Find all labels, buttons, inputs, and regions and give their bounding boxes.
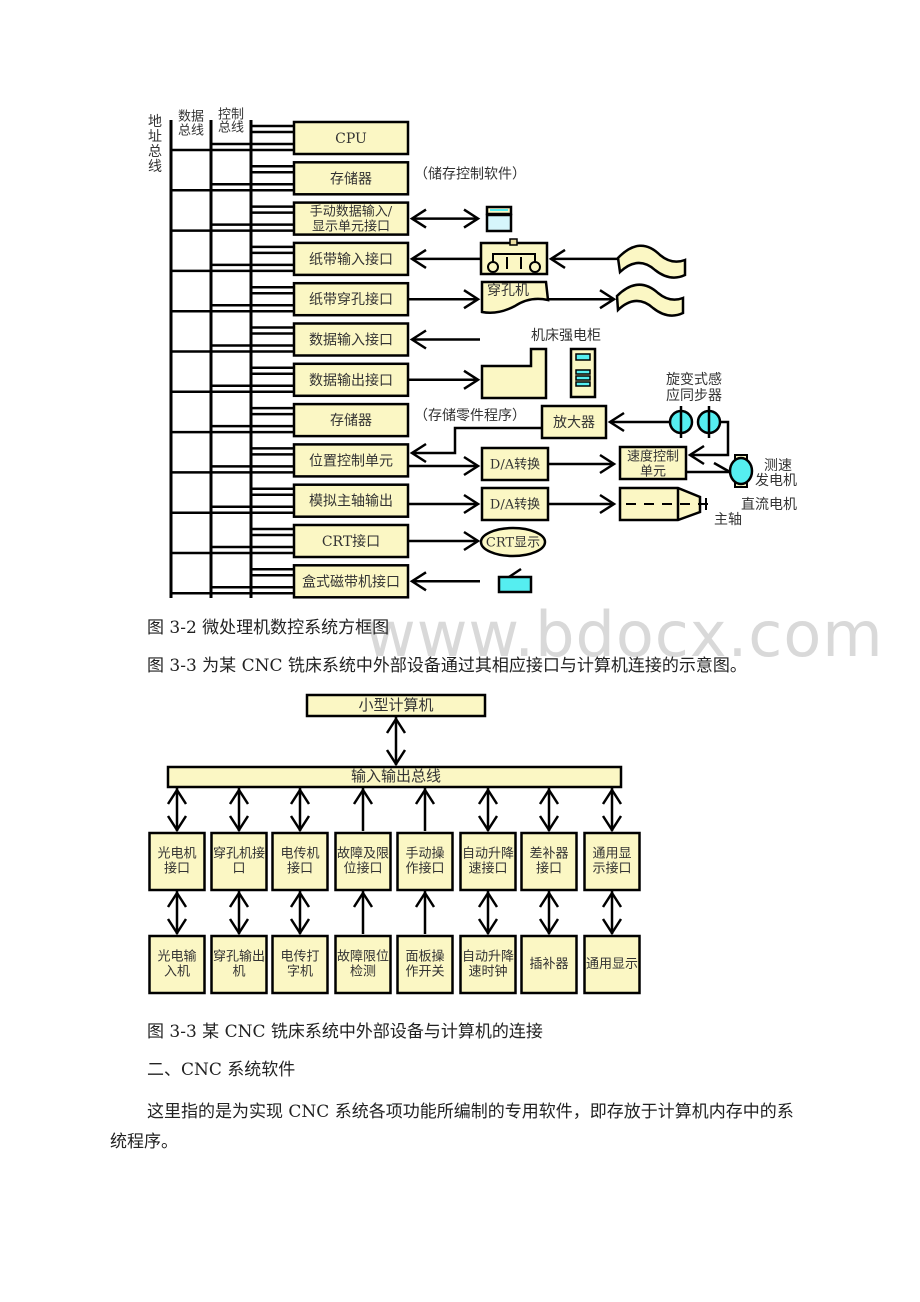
interface-block-label: 纸带输入接口 bbox=[309, 251, 393, 268]
terminal-screen-icon bbox=[485, 213, 513, 233]
body-paragraph: 这里指的是为实现 CNC 系统各项功能所编制的专用软件，即存放于计算机内存中的系… bbox=[110, 1102, 794, 1152]
panel-indicator bbox=[575, 375, 591, 381]
cassette-tape-icon bbox=[497, 575, 533, 594]
paper-tape-icon bbox=[615, 283, 685, 317]
speed-control-label: 速度控制 bbox=[627, 449, 679, 465]
amplifier-label: 放大器 bbox=[553, 415, 595, 431]
panel-indicator bbox=[575, 369, 591, 375]
spindle-label: 主轴 bbox=[714, 512, 742, 528]
da-converter-label: D/A转换 bbox=[490, 498, 540, 513]
device-label: 自动升降 bbox=[462, 950, 514, 965]
address-bus-label: 总 bbox=[148, 144, 162, 160]
interface-block-label: 数据输出接口 bbox=[309, 372, 393, 389]
interface-label: 接口 bbox=[536, 861, 562, 877]
panel-indicator bbox=[575, 353, 591, 361]
control-bus-label: 总线 bbox=[218, 121, 244, 136]
device-label: 通用显示 bbox=[586, 957, 638, 972]
address-bus-label: 地 bbox=[148, 114, 162, 130]
da-converter-label: D/A转换 bbox=[490, 458, 540, 473]
resolver-label: 应同步器 bbox=[666, 387, 722, 404]
interface-block-label: CRT接口 bbox=[322, 533, 380, 550]
interface-label: 接口 bbox=[287, 861, 313, 877]
interface-label: 光电机 bbox=[157, 847, 196, 862]
tape-reel-icon bbox=[529, 261, 541, 273]
interface-label: 通用显 bbox=[592, 847, 631, 862]
interface-label: 口 bbox=[232, 862, 245, 877]
panel-indicator bbox=[575, 381, 591, 387]
interface-label: 速接口 bbox=[468, 861, 507, 877]
tacho-generator-icon bbox=[728, 456, 754, 486]
interface-block-label: 位置控制单元 bbox=[309, 453, 393, 469]
interface-label: 差补器 bbox=[529, 847, 568, 862]
io-bus-label: 输入输出总线 bbox=[351, 767, 441, 785]
document-page: 地址总线数据 总线 控制 总线 CPU 存储器 （储存控制软件） 手动数据输入/显示单元接口纸… bbox=[0, 0, 920, 1302]
device-label: 检测 bbox=[350, 965, 376, 980]
device-label: 电传打 bbox=[280, 950, 319, 965]
interface-block-label: CPU bbox=[335, 131, 367, 147]
paper-tape-icon bbox=[616, 244, 687, 279]
interface-label: 自动升降 bbox=[462, 847, 514, 862]
dc-motor-label: 直流电机 bbox=[741, 496, 797, 513]
device-label: 穿孔输出 bbox=[213, 949, 265, 965]
interface-label: 故障及限 bbox=[337, 847, 389, 862]
interface-block-label: 盒式磁带机接口 bbox=[302, 573, 400, 590]
tape-reader-knob bbox=[509, 238, 518, 246]
data-bus-label: 总线 bbox=[178, 124, 204, 139]
punch-machine-label: 穿孔机 bbox=[487, 283, 529, 299]
interface-block-label: 存储器 bbox=[330, 171, 372, 187]
interface-label: 作接口 bbox=[405, 861, 444, 877]
intro-paragraph: 图 3-3 为某 CNC 铣床系统中外部设备通过其相应接口与计算机连接的示意图。 bbox=[147, 656, 747, 676]
device-label: 插补器 bbox=[529, 957, 568, 972]
interface-block-label: 纸带穿孔接口 bbox=[309, 291, 393, 308]
interface-block-label: 存储器 bbox=[330, 413, 372, 429]
interface-block-label: 数据输入接口 bbox=[309, 332, 393, 349]
interface-label: 穿孔机接 bbox=[213, 846, 265, 862]
device-label: 字机 bbox=[287, 965, 313, 980]
device-label: 作开关 bbox=[405, 965, 444, 980]
section-heading: 二、CNC 系统软件 bbox=[147, 1060, 296, 1080]
interface-label: 接口 bbox=[164, 861, 190, 877]
figure-3-3-connection-diagram: 小型计算机输入输出总线光电机接口光电输入机穿孔机接口穿孔输出机电传机接口电传打字… bbox=[148, 693, 641, 995]
address-bus-label: 线 bbox=[148, 159, 162, 175]
interface-block-label: 模拟主轴输出 bbox=[309, 494, 393, 510]
interface-label: 电传机 bbox=[280, 847, 319, 862]
crt-display-label: CRT显示 bbox=[486, 536, 540, 551]
resolver-label: 旋变式感 bbox=[666, 371, 722, 388]
block-note: （储存控制软件） bbox=[414, 166, 526, 182]
machine-cabinet-label: 机床强电柜 bbox=[531, 328, 601, 344]
small-computer-label: 小型计算机 bbox=[358, 696, 433, 714]
interface-block-label: 手动数据输入/ bbox=[310, 204, 393, 220]
block-note: （存储零件程序） bbox=[414, 408, 526, 424]
tacho-generator-label: 测速 bbox=[764, 458, 792, 474]
speed-control-label: 单元 bbox=[640, 465, 666, 480]
figure-3-3-caption: 图 3-3 某 CNC 铣床系统中外部设备与计算机的连接 bbox=[147, 1022, 543, 1042]
figure-3-2-caption: 图 3-2 微处理机数控系统方框图 bbox=[147, 618, 390, 638]
device-label: 速时钟 bbox=[468, 964, 507, 980]
interface-label: 位接口 bbox=[343, 861, 382, 877]
tape-reel-icon bbox=[487, 261, 499, 273]
figure-3-2-block-diagram: 地址总线数据总线控制总线CPU存储器 （储存控制软件）手动数据输入/显示单元接口纸… bbox=[148, 108, 797, 599]
interface-block-label: 显示单元接口 bbox=[312, 219, 390, 235]
device-label: 光电输 bbox=[157, 949, 196, 965]
address-bus-label: 址 bbox=[148, 129, 162, 145]
interface-label: 手动操 bbox=[405, 846, 444, 862]
device-label: 机 bbox=[232, 965, 245, 980]
device-label: 面板操 bbox=[405, 949, 444, 965]
device-label: 入机 bbox=[164, 965, 190, 980]
interface-label: 示接口 bbox=[592, 861, 631, 877]
connector-line bbox=[713, 461, 731, 474]
device-label: 故障限位 bbox=[337, 950, 389, 965]
tacho-generator-label: 发电机 bbox=[755, 473, 797, 489]
machine-cabinet-icon bbox=[480, 347, 548, 400]
data-bus-label: 数据 bbox=[178, 110, 204, 125]
